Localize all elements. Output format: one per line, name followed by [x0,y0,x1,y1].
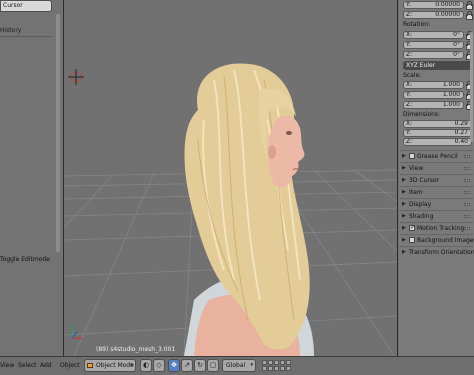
tool-shelf: Cursor History Toggle Editmode [0,0,62,356]
scale-x-field[interactable]: X: 1.000 [403,81,464,89]
axes-gizmo-icon [71,326,82,339]
chevron-down-icon: ▾ [250,362,253,368]
eye [286,131,292,135]
object-mode-icon [87,363,93,368]
menu-select[interactable]: Select [18,362,37,369]
translate-manipulator-button[interactable]: ↗ [181,359,193,372]
lock-icon[interactable] [465,11,473,20]
rotation-x-field[interactable]: X: 0° [403,31,464,39]
cursor-field[interactable]: Cursor [0,0,52,12]
3d-view-header: View Select Add Object Object Mode ▾ ◐ ◇… [0,356,474,375]
panel-motion-tracking[interactable]: ▶ ✓ Motion Tracking [400,222,473,233]
dimensions-label: Dimensions: [403,111,441,118]
expand-triangle-icon: ▶ [402,177,406,183]
menu-object[interactable]: Object [60,362,80,369]
expand-triangle-icon: ▶ [402,165,406,171]
shelf-divider [0,36,52,37]
panel-grease-pencil[interactable]: ▶ Grease Pencil [400,150,473,161]
panel-view[interactable]: ▶ View [400,162,473,173]
checkbox[interactable] [409,237,415,243]
3d-cursor-icon [68,69,84,85]
properties-panel: Y: 0.00000 Z: 0.00000 Rotation: X: 0° Y:… [399,0,474,356]
expand-triangle-icon: ▶ [402,249,406,255]
drag-grip-icon[interactable] [464,239,470,242]
menu-add[interactable]: Add [40,362,52,369]
drag-grip-icon[interactable] [464,203,470,206]
scale-z-field[interactable]: Z: 1.000 [403,101,464,109]
drag-grip-icon[interactable] [464,179,470,182]
layer-button[interactable] [268,360,273,365]
layer-button[interactable] [286,366,291,371]
layer-button[interactable] [280,360,285,365]
checkbox[interactable] [409,153,415,159]
panel-transform-orientations[interactable]: ▶ Transform Orientations [400,246,474,257]
rotate-manipulator-button[interactable]: ↻ [194,359,206,372]
transform-orientation-select[interactable]: Global ▾ [222,359,256,372]
drag-grip-icon[interactable] [464,167,470,170]
layer-button[interactable] [286,360,291,365]
pivot-point-button[interactable]: ◇ [153,359,165,372]
chevron-down-icon: ▾ [130,362,133,368]
viewport-scene [64,63,397,356]
viewport-shading-button[interactable]: ◐ [140,359,152,372]
lock-icon[interactable] [465,1,473,10]
scale-manipulator-button[interactable]: ▢ [207,359,219,372]
interaction-mode-select[interactable]: Object Mode ▾ [84,359,136,372]
layer-button[interactable] [268,366,273,371]
panel-background-images[interactable]: ▶ Background Images [400,234,474,245]
scale-label: Scale: [403,72,422,79]
dimension-y-field[interactable]: Y: 0.27 [403,129,472,137]
rotation-mode-select[interactable]: XYZ Euler [403,61,472,70]
drag-grip-icon[interactable] [464,227,470,230]
expand-triangle-icon: ▶ [402,189,406,195]
expand-triangle-icon: ▶ [402,153,406,159]
expand-triangle-icon: ▶ [402,201,406,207]
layer-button[interactable] [262,366,267,371]
toggle-editmode-label[interactable]: Toggle Editmode [0,256,52,264]
properties-scrollbar[interactable] [470,32,473,142]
checkbox-checked[interactable]: ✓ [409,225,415,231]
history-label[interactable]: History [0,27,52,35]
dimension-z-field[interactable]: Z: 0.40 [403,138,472,146]
expand-triangle-icon: ▶ [402,237,406,243]
layer-button[interactable] [274,366,279,371]
rotation-label: Rotation: [403,21,431,28]
drag-grip-icon[interactable] [464,215,470,218]
menu-view[interactable]: View [0,362,14,369]
rotation-y-field[interactable]: Y: 0° [403,41,464,49]
viewport-status-text: (89) s4studio_mesh_3.001 [96,346,176,353]
layer-button[interactable] [274,360,279,365]
location-y-field[interactable]: Y: 0.00000 [403,1,464,9]
panel-display[interactable]: ▶ Display [400,198,473,209]
drag-grip-icon[interactable] [464,155,470,158]
location-z-field[interactable]: Z: 0.00000 [403,11,464,19]
layer-button[interactable] [280,366,285,371]
drag-grip-icon[interactable] [464,191,470,194]
manipulator-toggle-button[interactable]: ✥ [168,359,180,372]
dimension-x-field[interactable]: X: 0.29 [403,120,472,128]
rotation-z-field[interactable]: Z: 0° [403,51,464,59]
panel-3d-cursor[interactable]: ▶ 3D Cursor [400,174,473,185]
shelf-scrollbar[interactable] [56,14,60,252]
panel-item[interactable]: ▶ Item [400,186,473,197]
panel-shading[interactable]: ▶ Shading [400,210,473,221]
expand-triangle-icon: ▶ [402,213,406,219]
layer-button[interactable] [262,360,267,365]
3d-viewport[interactable]: (89) s4studio_mesh_3.001 [63,0,398,356]
layer-buttons[interactable] [262,360,291,371]
scale-y-field[interactable]: Y: 1.000 [403,91,464,99]
expand-triangle-icon: ▶ [402,225,406,231]
